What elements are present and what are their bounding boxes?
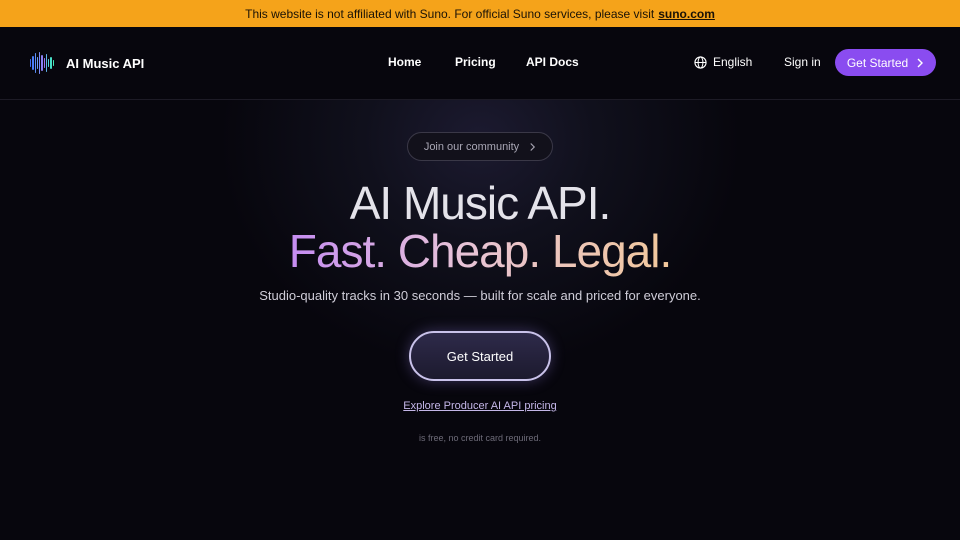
sign-in-link[interactable]: Sign in <box>784 55 821 69</box>
waveform-logo-icon <box>30 51 54 75</box>
hero-get-started-label: Get Started <box>446 348 514 364</box>
nav-home-link[interactable]: Home <box>388 55 421 69</box>
hero-tagline: Fast. Cheap. Legal. <box>0 228 960 274</box>
free-note: is free, no credit card required. <box>418 433 542 443</box>
language-label: English <box>713 55 753 69</box>
nav-get-started-button[interactable]: Get Started <box>835 49 936 76</box>
chevron-right-icon <box>530 142 536 151</box>
globe-icon <box>694 55 707 69</box>
brand-name: AI Music API <box>66 55 145 71</box>
hero-get-started-button[interactable]: Get Started <box>409 331 551 381</box>
join-community-pill[interactable]: Join our community <box>407 132 553 161</box>
hero-title: AI Music API. <box>349 177 612 229</box>
nav-get-started-label: Get Started <box>846 55 909 70</box>
nav-pricing-link[interactable]: Pricing <box>455 55 496 69</box>
language-selector[interactable]: English <box>694 55 752 69</box>
hero-subtitle: Studio-quality tracks in 30 seconds — bu… <box>259 288 701 303</box>
banner-text: This website is not affiliated with Suno… <box>245 6 655 21</box>
explore-pricing-link[interactable]: Explore Producer AI API pricing <box>403 400 556 412</box>
hero-tagline-text: Fast. Cheap. Legal. <box>288 225 672 277</box>
nav-api-docs-link[interactable]: API Docs <box>526 55 579 69</box>
explore-pricing: Explore Producer AI API pricing <box>0 400 960 412</box>
hero-section: Join our community AI Music API. Fast. C… <box>0 100 960 540</box>
banner-suno-link[interactable]: suno.com <box>658 7 715 21</box>
chevron-right-icon <box>917 58 924 67</box>
top-nav: AI Music API Home Pricing API Docs Engli… <box>0 27 960 100</box>
disclaimer-banner: This website is not affiliated with Suno… <box>0 0 960 27</box>
join-community-label: Join our community <box>423 140 520 153</box>
brand[interactable]: AI Music API <box>30 51 144 75</box>
